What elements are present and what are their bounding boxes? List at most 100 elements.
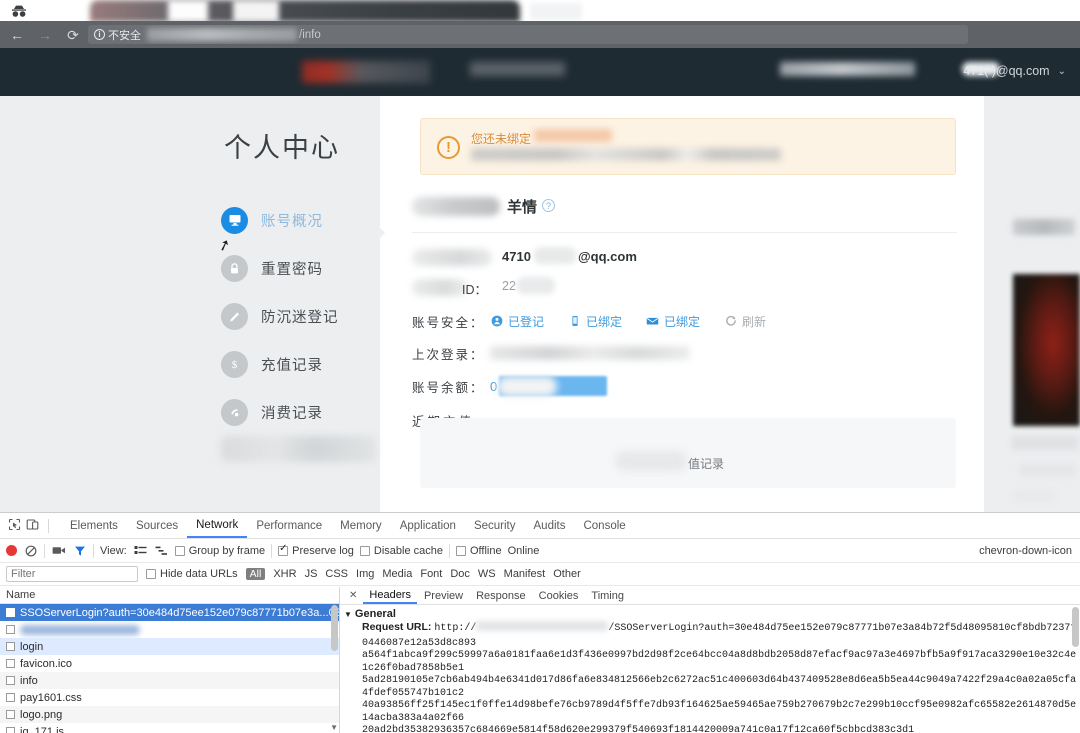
sidebar-item-label: 防沉迷登记: [261, 309, 339, 326]
devtools-tab-application[interactable]: Application: [391, 513, 465, 538]
security-badge[interactable]: i 不安全: [94, 27, 141, 43]
filter-input[interactable]: [6, 566, 138, 582]
table-row[interactable]: SSOServerLogin?auth=30e484d75ee152e079c8…: [0, 604, 339, 621]
row-checkbox-icon: [6, 693, 15, 702]
sidebar-item-recharge-records[interactable]: $ 充值记录: [221, 340, 381, 388]
table-row[interactable]: info: [0, 672, 339, 689]
site-nav-blurred[interactable]: [470, 62, 565, 76]
detail-tab-cookies[interactable]: Cookies: [533, 587, 585, 604]
disable-cache-checkbox[interactable]: Disable cache: [359, 544, 443, 557]
sidebar-item-consumption-records[interactable]: 消费记录: [221, 388, 381, 436]
scroll-down-arrow-icon[interactable]: ▼: [330, 723, 338, 732]
waterfall-view-icon[interactable]: [154, 544, 169, 558]
recharge-card-text: 值记录: [688, 457, 725, 471]
preserve-log-checkbox[interactable]: Preserve log: [278, 543, 354, 557]
toolbar-separator: [93, 543, 94, 558]
list-view-icon[interactable]: [133, 544, 148, 558]
sidebar-item-reset-password[interactable]: 重置密码: [221, 244, 381, 292]
user-id-value: 22: [502, 279, 516, 293]
devtools-tab-elements[interactable]: Elements: [61, 513, 127, 538]
security-item-email[interactable]: 已绑定: [646, 313, 700, 330]
account-info: 羊情 ? 4710 @qq.com ID： 22 账号安全： 已登记 已绑定 已…: [412, 192, 962, 430]
devtools-tab-security[interactable]: Security: [465, 513, 525, 538]
filter-type-img[interactable]: Img: [356, 568, 374, 580]
filter-type-css[interactable]: CSS: [325, 568, 348, 580]
reload-button[interactable]: ⟳: [60, 22, 86, 48]
filter-type-ws[interactable]: WS: [478, 568, 496, 580]
hide-data-urls-checkbox[interactable]: Hide data URLs: [146, 568, 238, 580]
table-row[interactable]: login: [0, 638, 339, 655]
group-by-frame-checkbox[interactable]: Group by frame: [174, 545, 265, 557]
filter-type-font[interactable]: Font: [420, 568, 442, 580]
devtools-tab-sources[interactable]: Sources: [127, 513, 187, 538]
refresh-icon: [724, 315, 737, 328]
site-header-blurred-links[interactable]: [780, 62, 915, 76]
security-item-registered[interactable]: 已登记: [490, 313, 544, 330]
right-rail-blurred-3: [1014, 491, 1054, 502]
question-circle-icon[interactable]: ?: [542, 199, 555, 212]
sidebar-item-account-overview[interactable]: 账号概况: [221, 196, 381, 244]
table-row[interactable]: pay1601.css: [0, 689, 339, 706]
detail-scrollbar[interactable]: [1072, 607, 1079, 647]
detail-tab-timing[interactable]: Timing: [585, 587, 630, 604]
sidebar-item-anti-addiction[interactable]: 防沉迷登记: [221, 292, 381, 340]
table-row[interactable]: logo.png: [0, 706, 339, 723]
general-section-header[interactable]: ▼ General: [340, 605, 1080, 621]
checkbox-icon: [359, 545, 370, 556]
table-row[interactable]: [0, 621, 339, 638]
tab-blur-fragment-1: [168, 0, 208, 22]
inspect-element-icon[interactable]: [8, 518, 21, 534]
online-throttle-select[interactable]: Online: [508, 545, 540, 557]
camera-icon[interactable]: [51, 544, 66, 558]
table-row[interactable]: jq_171.js: [0, 723, 339, 733]
devtools-tab-performance[interactable]: Performance: [247, 513, 331, 538]
forward-button[interactable]: →: [32, 22, 58, 48]
checkbox-icon: [174, 545, 185, 556]
devtools-tab-console[interactable]: Console: [574, 513, 634, 538]
filter-funnel-icon[interactable]: [72, 544, 87, 558]
account-security-row: 账号安全： 已登记 已绑定 已绑定 刷新: [412, 305, 962, 337]
filter-type-manifest[interactable]: Manifest: [504, 568, 546, 580]
display-name-value: 羊情: [507, 199, 538, 216]
detail-tab-response[interactable]: Response: [470, 587, 532, 604]
offline-checkbox[interactable]: Offline: [455, 545, 502, 557]
request-url-row: Request URL: http:///SSOServerLogin?auth…: [340, 621, 1080, 650]
record-icon[interactable]: [6, 545, 17, 556]
email-user-value: 4710: [502, 249, 531, 264]
request-url-line: a564f1abca9f299c59997a6a0181faa6e1d3f436…: [362, 650, 1077, 674]
address-bar[interactable]: i 不安全 /info: [88, 25, 968, 44]
filter-type-all[interactable]: All: [245, 568, 266, 580]
filter-type-media[interactable]: Media: [382, 568, 412, 580]
request-url-label: Request URL:: [362, 621, 432, 633]
device-toolbar-icon[interactable]: [26, 518, 39, 534]
warning-banner-blurred-1: [534, 129, 612, 142]
request-url-prefix: http://: [434, 623, 477, 634]
filter-type-xhr[interactable]: XHR: [273, 568, 296, 580]
security-item-refresh[interactable]: 刷新: [724, 313, 766, 330]
close-icon[interactable]: ✕: [344, 590, 362, 601]
filter-type-other[interactable]: Other: [553, 568, 581, 580]
devtools-tab-memory[interactable]: Memory: [331, 513, 391, 538]
network-list-scrollbar[interactable]: [331, 605, 338, 651]
chevron-down-icon[interactable]: chevron-down-icon: [979, 545, 1072, 557]
filter-type-doc[interactable]: Doc: [450, 568, 470, 580]
site-logo-blurred[interactable]: [302, 61, 430, 83]
active-item-pointer: [374, 222, 385, 244]
warning-banner-blurred-2: [471, 148, 781, 161]
request-detail-tabs: ✕ Headers Preview Response Cookies Timin…: [340, 587, 1080, 605]
detail-tab-preview[interactable]: Preview: [418, 587, 469, 604]
browser-tab-blurred[interactable]: [90, 0, 520, 22]
info-circle-icon: i: [94, 29, 105, 40]
row-checkbox-icon: [6, 676, 15, 685]
new-tab-button[interactable]: [530, 3, 582, 20]
devtools-tab-network[interactable]: Network: [187, 513, 248, 538]
disable-cache-label: Disable cache: [373, 544, 443, 557]
security-item-phone[interactable]: 已绑定: [568, 313, 622, 330]
detail-tab-headers[interactable]: Headers: [363, 587, 417, 604]
table-row[interactable]: favicon.ico: [0, 655, 339, 672]
network-request-list: Name SSOServerLogin?auth=30e484d75ee152e…: [0, 587, 340, 733]
devtools-tab-audits[interactable]: Audits: [525, 513, 575, 538]
back-button[interactable]: ←: [4, 22, 30, 48]
filter-type-js[interactable]: JS: [305, 568, 318, 580]
clear-icon[interactable]: [23, 544, 38, 558]
